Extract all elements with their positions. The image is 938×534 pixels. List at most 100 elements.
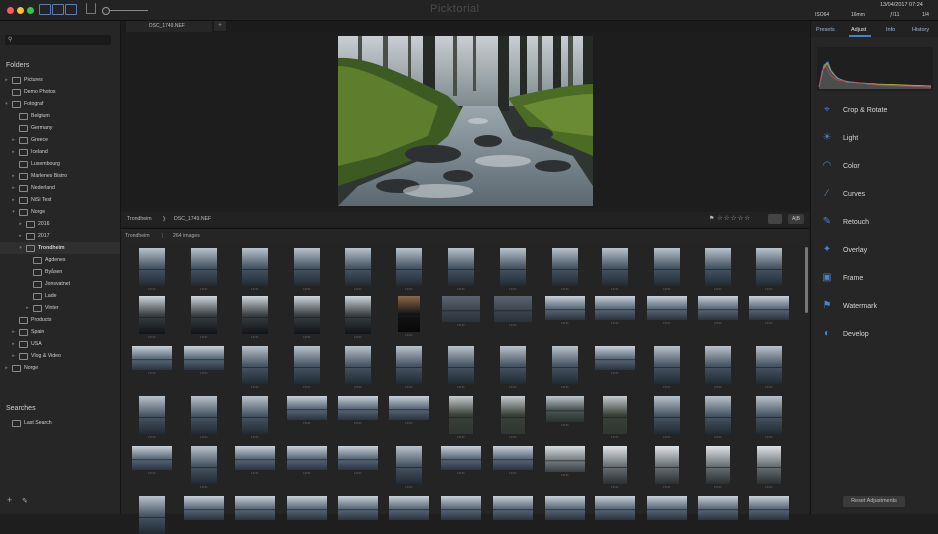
- thumbnail-rating[interactable]: •••••: [303, 385, 311, 389]
- disclosure-arrow-icon[interactable]: ▸: [11, 353, 16, 359]
- disclosure-arrow-icon[interactable]: ▸: [25, 305, 30, 311]
- thumbnail-rating[interactable]: •••••: [765, 287, 773, 291]
- folder-item[interactable]: ▸ Vinter: [0, 302, 120, 314]
- thumbnail-item[interactable]: •••••: [594, 446, 636, 489]
- grid-scrollbar[interactable]: [805, 247, 808, 313]
- thumbnail-rating[interactable]: •••••: [405, 385, 413, 389]
- thumbnail-rating[interactable]: •••••: [509, 323, 517, 327]
- thumbnail-item[interactable]: •••••: [286, 446, 328, 475]
- thumbnail-item[interactable]: •••••: [748, 446, 790, 489]
- thumbnail-item[interactable]: •••••: [440, 248, 482, 291]
- folder-item[interactable]: ▸ Nederland: [0, 182, 120, 194]
- thumbnail-rating[interactable]: •••••: [251, 435, 259, 439]
- tool-crop-rotate[interactable]: ⌖ Crop & Rotate: [821, 96, 933, 124]
- thumbnail-item[interactable]: •••••: [286, 296, 328, 339]
- thumbnail-rating[interactable]: •••••: [561, 385, 569, 389]
- thumbnail-item[interactable]: •••••: [748, 296, 790, 325]
- thumbnail-item[interactable]: •••••: [697, 296, 739, 325]
- thumbnail-item[interactable]: •••••: [286, 396, 328, 425]
- thumbnail-item[interactable]: •••••: [234, 248, 276, 291]
- disclosure-arrow-icon[interactable]: ▸: [4, 365, 9, 371]
- thumbnail-item[interactable]: [492, 496, 534, 520]
- thumbnail-rating[interactable]: •••••: [200, 335, 208, 339]
- thumbnail-item[interactable]: •••••: [131, 446, 173, 475]
- thumbnail-rating[interactable]: •••••: [303, 287, 311, 291]
- thumbnail-item[interactable]: •••••: [594, 248, 636, 291]
- thumbnail-item[interactable]: •••••: [646, 396, 688, 439]
- close-window-button[interactable]: [7, 7, 14, 14]
- thumbnail-item[interactable]: •••••: [646, 346, 688, 389]
- folder-item[interactable]: Products: [0, 314, 120, 326]
- thumbnail-item[interactable]: •••••: [544, 396, 586, 427]
- sidebar-layout-icon[interactable]: [39, 4, 51, 15]
- thumbnail-rating[interactable]: •••••: [663, 321, 671, 325]
- thumbnail-rating[interactable]: •••••: [251, 287, 259, 291]
- thumbnail-rating[interactable]: •••••: [251, 471, 259, 475]
- disclosure-arrow-icon[interactable]: ▸: [4, 77, 9, 83]
- thumbnail-item[interactable]: •••••: [492, 346, 534, 389]
- thumbnail-rating[interactable]: •••••: [303, 335, 311, 339]
- zoom-window-button[interactable]: [27, 7, 34, 14]
- thumbnail-item[interactable]: •••••: [492, 396, 534, 439]
- thumbnail-rating[interactable]: •••••: [200, 371, 208, 375]
- thumbnail-item[interactable]: •••••: [183, 446, 225, 489]
- thumbnail-rating[interactable]: •••••: [765, 321, 773, 325]
- new-tab-button[interactable]: +: [214, 21, 226, 31]
- thumbnail-rating[interactable]: •••••: [148, 471, 156, 475]
- tool-develop[interactable]: ◐ Develop: [821, 320, 933, 348]
- thumbnail-rating[interactable]: •••••: [354, 471, 362, 475]
- disclosure-arrow-icon[interactable]: ▸: [18, 221, 23, 227]
- slider-knob[interactable]: [102, 7, 110, 15]
- thumbnail-rating[interactable]: •••••: [714, 435, 722, 439]
- thumbnail-rating[interactable]: •••••: [457, 287, 465, 291]
- thumbnail-item[interactable]: •••••: [748, 396, 790, 439]
- thumbnail-item[interactable]: •••••: [594, 396, 636, 439]
- tool-overlay[interactable]: ✦ Overlay: [821, 236, 933, 264]
- folder-item[interactable]: ▸ Pictures: [0, 74, 120, 86]
- tool-color[interactable]: ◠ Color: [821, 152, 933, 180]
- thumbnail-rating[interactable]: •••••: [457, 435, 465, 439]
- share-icon[interactable]: [86, 3, 96, 14]
- thumbnail-rating[interactable]: •••••: [765, 385, 773, 389]
- thumbnail-rating[interactable]: •••••: [251, 385, 259, 389]
- disclosure-arrow-icon[interactable]: ▾: [4, 101, 9, 107]
- folder-item[interactable]: ▸ USA: [0, 338, 120, 350]
- thumbnail-rating[interactable]: •••••: [354, 385, 362, 389]
- thumbnail-item[interactable]: •••••: [492, 248, 534, 291]
- thumbnail-rating[interactable]: •••••: [457, 471, 465, 475]
- thumbnail-item[interactable]: •••••: [440, 346, 482, 389]
- thumbnail-rating[interactable]: •••••: [611, 435, 619, 439]
- thumbnail-rating[interactable]: •••••: [509, 435, 517, 439]
- thumbnail-rating[interactable]: •••••: [148, 371, 156, 375]
- thumbnail-rating[interactable]: •••••: [561, 321, 569, 325]
- thumbnail-rating[interactable]: •••••: [611, 485, 619, 489]
- thumbnail-item[interactable]: •••••: [492, 446, 534, 475]
- thumbnail-item[interactable]: •••••: [131, 346, 173, 375]
- folder-item[interactable]: ▸ Norge: [0, 362, 120, 374]
- folder-item[interactable]: Lade: [0, 290, 120, 302]
- thumbnail-rating[interactable]: •••••: [663, 385, 671, 389]
- folder-item[interactable]: ▾ Norge: [0, 206, 120, 218]
- compare-button[interactable]: A|B: [788, 214, 804, 224]
- thumbnail-item[interactable]: •••••: [440, 296, 482, 327]
- thumbnail-item[interactable]: •••••: [131, 248, 173, 291]
- thumbnail-item[interactable]: [286, 496, 328, 520]
- folder-item[interactable]: ▸ Spain: [0, 326, 120, 338]
- color-label-button[interactable]: [768, 214, 782, 224]
- disclosure-arrow-icon[interactable]: ▸: [11, 197, 16, 203]
- thumbnail-item[interactable]: •••••: [337, 296, 379, 339]
- thumbnail-rating[interactable]: •••••: [714, 321, 722, 325]
- folder-item[interactable]: Germany: [0, 122, 120, 134]
- thumbnail-item[interactable]: •••••: [646, 446, 688, 489]
- thumbnail-rating[interactable]: •••••: [561, 473, 569, 477]
- thumbnail-item[interactable]: •••••: [748, 346, 790, 389]
- thumbnail-item[interactable]: •••••: [646, 248, 688, 291]
- thumbnail-item[interactable]: •••••: [697, 346, 739, 389]
- minimize-window-button[interactable]: [17, 7, 24, 14]
- folder-item[interactable]: ▸ Vlog & Video: [0, 350, 120, 362]
- thumbnail-item[interactable]: [131, 496, 173, 534]
- thumbnail-rating[interactable]: •••••: [200, 435, 208, 439]
- disclosure-arrow-icon[interactable]: ▸: [11, 185, 16, 191]
- tool-frame[interactable]: ▣ Frame: [821, 264, 933, 292]
- thumbnail-item[interactable]: •••••: [544, 346, 586, 389]
